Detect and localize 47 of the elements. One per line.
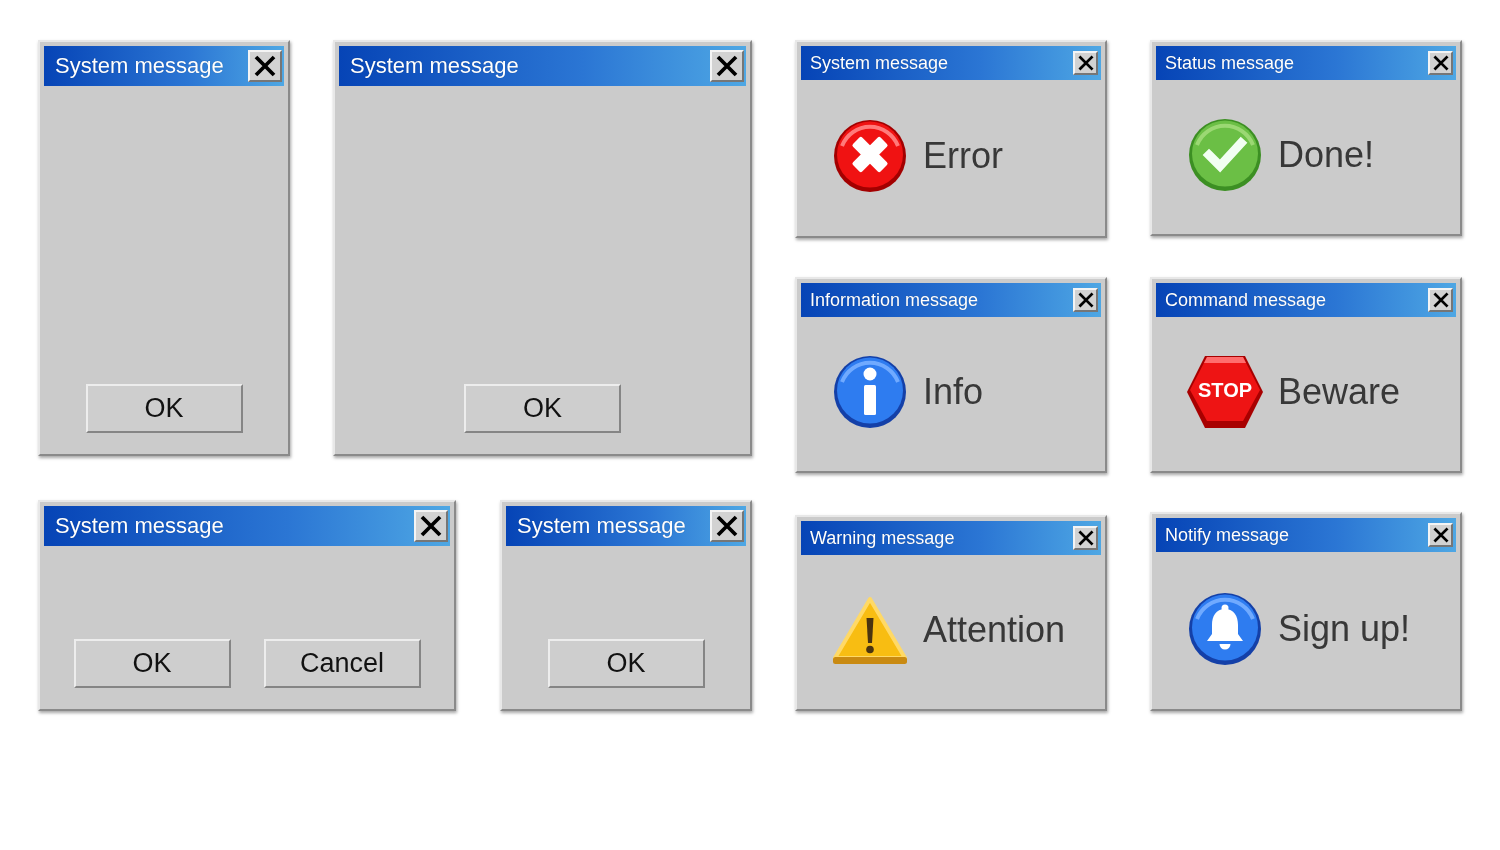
close-icon — [1432, 527, 1449, 543]
message-text: Done! — [1278, 134, 1375, 176]
window-title: Notify message — [1165, 524, 1290, 546]
error-icon — [834, 120, 906, 192]
message-text: Error — [923, 135, 1003, 177]
dialog-button[interactable]: OK — [547, 639, 705, 688]
close-button[interactable] — [1073, 51, 1098, 75]
close-icon — [1077, 530, 1094, 546]
close-button[interactable] — [1428, 523, 1453, 547]
close-button[interactable] — [248, 50, 282, 82]
close-icon — [1432, 55, 1449, 71]
window-title: System message — [55, 53, 224, 79]
close-icon — [1077, 55, 1094, 71]
message-text: Attention — [923, 609, 1066, 651]
close-icon — [716, 55, 738, 77]
close-button[interactable] — [1073, 526, 1098, 550]
check-circle-icon — [1189, 119, 1261, 191]
dialog-button[interactable]: OK — [464, 384, 621, 433]
close-button[interactable] — [710, 50, 744, 82]
close-icon — [420, 515, 442, 537]
close-button[interactable] — [1073, 288, 1098, 312]
close-icon — [1077, 292, 1094, 308]
message-text: Sign up! — [1278, 607, 1411, 650]
close-icon — [716, 515, 738, 537]
dialog-button[interactable]: OK — [73, 639, 231, 688]
window-title: System message — [810, 52, 949, 74]
close-button[interactable] — [1428, 51, 1453, 75]
stop-sign: STOP — [1186, 355, 1264, 429]
message-text: Beware — [1278, 371, 1401, 413]
dialog-button[interactable]: OK — [85, 384, 243, 433]
warning-icon — [832, 595, 908, 665]
window-title: Warning message — [810, 527, 955, 549]
window-title: Information message — [810, 289, 979, 311]
window-title: Status message — [1165, 52, 1295, 74]
message-text: Info — [923, 371, 984, 413]
close-button[interactable] — [710, 510, 744, 542]
close-button[interactable] — [1428, 288, 1453, 312]
bell-icon — [1189, 592, 1261, 665]
close-icon — [1432, 292, 1449, 308]
window-title: Command message — [1165, 289, 1327, 311]
window-title: System message — [350, 53, 519, 79]
window-title: System message — [55, 513, 224, 539]
close-icon — [254, 55, 276, 77]
window-title: System message — [517, 513, 686, 539]
info-icon — [834, 356, 906, 428]
close-button[interactable] — [414, 510, 448, 542]
dialog-button[interactable]: Cancel — [263, 639, 421, 688]
